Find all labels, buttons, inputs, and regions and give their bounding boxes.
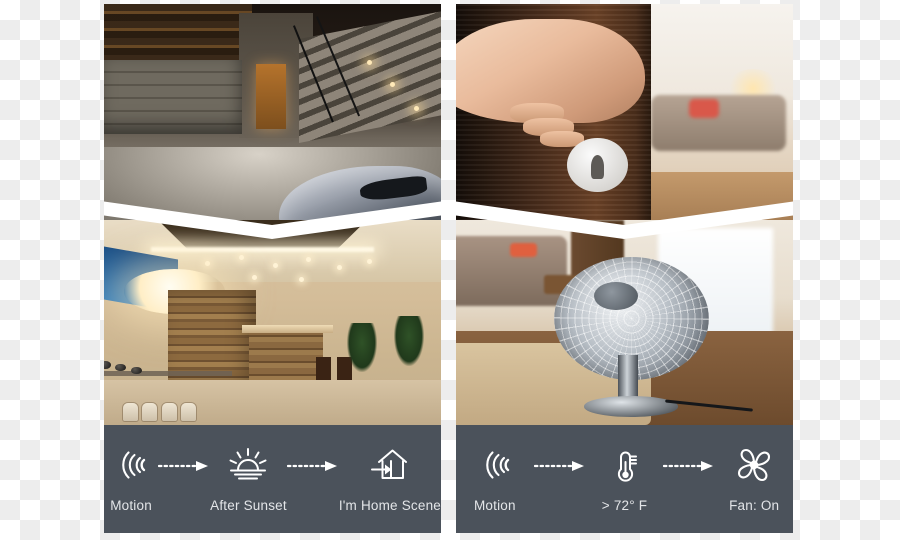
sunset-icon <box>228 445 268 485</box>
door-entry-art <box>456 4 793 220</box>
flow-step-home-scene[interactable]: I'm Home Scene <box>339 445 441 513</box>
photo-oscillating-fan-room <box>456 220 793 425</box>
panel-climate-automation: Motion > 72° F Fan: On <box>456 4 793 533</box>
caption-bar-climate: Motion > 72° F Fan: On <box>456 425 793 533</box>
flow-step-fan[interactable]: Fan: On <box>715 445 793 513</box>
dashed-arrow-right-2 <box>663 446 715 486</box>
flow-step-label: After Sunset <box>210 498 287 513</box>
motion-sensor-icon <box>478 445 512 485</box>
caption-bar-lighting: Motion After Sunset I'm Home Scene <box>104 425 441 533</box>
flow-step-label: Motion <box>110 498 152 513</box>
flow-step-label: > 72° F <box>601 498 648 513</box>
dashed-arrow-right-1 <box>158 446 210 486</box>
flow-step-temperature[interactable]: > 72° F <box>586 445 664 513</box>
fan-room-art <box>456 220 793 425</box>
luxury-interior-art <box>104 220 441 425</box>
automation-flow-climate: Motion > 72° F Fan: On <box>456 425 793 533</box>
night-exterior-art <box>104 4 441 220</box>
collage-stage: Motion After Sunset I'm Home Scene Motio… <box>0 0 900 540</box>
automation-flow-lighting: Motion After Sunset I'm Home Scene <box>104 425 441 533</box>
fan-icon <box>735 445 773 485</box>
flow-step-motion[interactable]: Motion <box>104 445 158 513</box>
flow-step-motion[interactable]: Motion <box>456 445 534 513</box>
home-scene-icon <box>370 445 410 485</box>
flow-step-after-sunset[interactable]: After Sunset <box>210 445 287 513</box>
photo-luxury-interior-living <box>104 220 441 425</box>
flow-step-label: Motion <box>473 498 516 513</box>
panel-lighting-automation: Motion After Sunset I'm Home Scene <box>104 4 441 533</box>
thermometer-icon <box>611 445 639 485</box>
flow-step-label: I'm Home Scene <box>338 498 441 513</box>
dashed-arrow-right-2 <box>286 446 339 486</box>
motion-sensor-icon <box>114 445 148 485</box>
photo-night-exterior-driveway <box>104 4 441 220</box>
dashed-arrow-right-1 <box>533 446 586 486</box>
photo-door-entry-hand <box>456 4 793 220</box>
flow-step-label: Fan: On <box>729 498 780 513</box>
